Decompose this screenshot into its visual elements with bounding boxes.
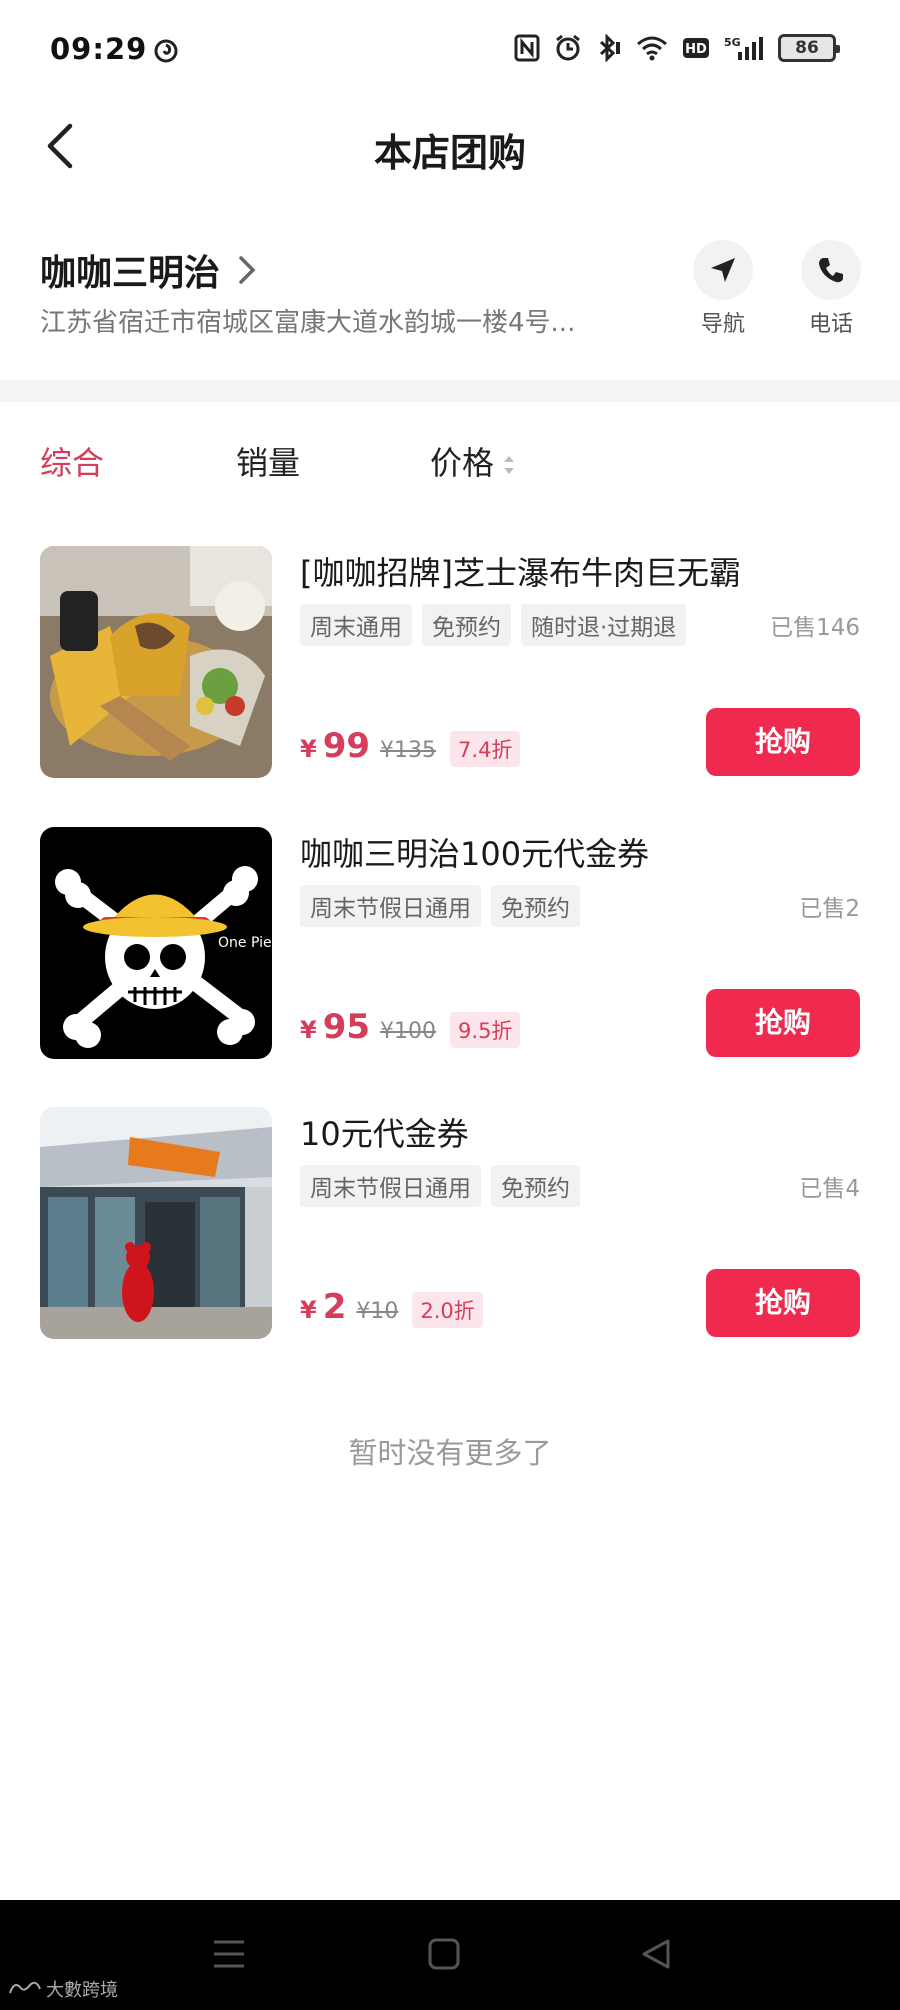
phone-label: 电话 xyxy=(808,312,853,337)
deal-price: ¥2 ¥10 2.0折 xyxy=(300,1287,483,1328)
price-original: ¥10 xyxy=(356,1299,399,1324)
deal-tag: 周末节假日通用 xyxy=(300,1165,481,1207)
no-more-text: 暂时没有更多了 xyxy=(348,1436,552,1470)
discount-badge: 9.5折 xyxy=(450,1012,521,1048)
phone-icon xyxy=(819,258,843,283)
tab-price[interactable]: 价格 xyxy=(430,438,516,484)
price-current: 95 xyxy=(322,1007,371,1047)
battery-indicator: 86 xyxy=(778,34,840,62)
deal-tag: 免预约 xyxy=(491,885,580,927)
store-name-link[interactable]: 咖咖三明治 xyxy=(40,244,256,296)
deal-price: ¥99 ¥135 7.4折 xyxy=(300,726,521,767)
status-time: 09:29 xyxy=(50,32,148,66)
back-icon[interactable] xyxy=(640,1938,672,1970)
buy-button[interactable]: 抢购 xyxy=(706,708,860,776)
bluetooth-icon xyxy=(599,34,620,62)
watermark: 大數跨境 xyxy=(8,1976,118,2002)
deal-title: 咖咖三明治100元代金券 xyxy=(300,835,650,873)
wifi-icon xyxy=(637,36,667,61)
sort-tabs: 综合 销量 价格 xyxy=(0,430,900,500)
deal-title: [咖咖招牌]芝士瀑布牛肉巨无霸 xyxy=(300,554,741,592)
deal-sold-count: 已售146 xyxy=(770,615,860,641)
store-address: 江苏省宿迁市宿城区富康大道水韵城一楼4号... xyxy=(40,308,576,338)
deal-tags: 周末节假日通用 免预约 xyxy=(300,885,580,927)
deal-price: ¥95 ¥100 9.5折 xyxy=(300,1007,521,1048)
svg-text:5G: 5G xyxy=(724,36,741,49)
deal-tag: 免预约 xyxy=(491,1165,580,1207)
navigation-label: 导航 xyxy=(700,312,745,337)
deal-thumbnail-storefront xyxy=(40,1107,272,1339)
navigation-icon xyxy=(711,258,735,282)
price-original: ¥135 xyxy=(380,738,437,763)
menu-icon[interactable] xyxy=(212,1938,246,1970)
system-navigation-bar: 大數跨境 xyxy=(0,1900,900,2010)
store-name: 咖咖三明治 xyxy=(40,253,221,294)
svg-text:HD: HD xyxy=(685,42,707,57)
deal-item[interactable]: 10元代金券 周末节假日通用 免预约 已售4 ¥2 ¥10 2.0折 抢购 xyxy=(0,1107,900,1339)
home-icon[interactable] xyxy=(428,1938,460,1970)
status-icons: HD 5G 86 xyxy=(514,34,840,62)
tab-price-label: 价格 xyxy=(430,444,495,482)
tab-sales[interactable]: 销量 xyxy=(236,438,300,484)
alarm-icon xyxy=(556,34,580,61)
price-currency: ¥ xyxy=(300,735,317,763)
thumbnail-caption: One Piec xyxy=(218,935,272,951)
price-currency: ¥ xyxy=(300,1296,317,1324)
price-original: ¥100 xyxy=(380,1019,437,1044)
discount-badge: 2.0折 xyxy=(412,1292,483,1328)
sort-arrows-icon xyxy=(504,456,515,474)
deal-tag: 周末通用 xyxy=(300,604,412,646)
discount-badge: 7.4折 xyxy=(450,731,521,767)
deal-tag: 随时退·过期退 xyxy=(521,604,687,646)
buy-button[interactable]: 抢购 xyxy=(706,989,860,1057)
deal-thumbnail-skull: One Piec xyxy=(40,827,272,1059)
phone-button[interactable]: 电话 xyxy=(796,240,866,338)
section-divider xyxy=(0,380,900,402)
deal-sold-count: 已售4 xyxy=(799,1176,860,1202)
app-notification-icon xyxy=(154,39,178,63)
hd-icon: HD xyxy=(683,38,709,58)
deal-sold-count: 已售2 xyxy=(799,896,860,922)
signal-5g-icon: 5G xyxy=(724,36,763,60)
nfc-icon xyxy=(514,34,540,62)
deal-thumbnail-burger xyxy=(40,546,272,778)
price-current: 2 xyxy=(322,1287,347,1327)
watermark-logo-icon xyxy=(9,1981,41,1994)
price-current: 99 xyxy=(322,726,371,766)
deal-tag: 周末节假日通用 xyxy=(300,885,481,927)
chevron-right-icon xyxy=(239,256,256,284)
deal-tags: 周末通用 免预约 随时退·过期退 xyxy=(300,604,687,646)
page-title: 本店团购 xyxy=(373,131,526,175)
buy-button[interactable]: 抢购 xyxy=(706,1269,860,1337)
deal-item[interactable]: One Piec 咖咖三明治100元代金券 周末节假日通用 免预约 已售2 ¥9… xyxy=(0,827,900,1059)
tab-comprehensive[interactable]: 综合 xyxy=(40,438,104,484)
watermark-text: 大數跨境 xyxy=(46,1980,118,2001)
store-info: 咖咖三明治 江苏省宿迁市宿城区富康大道水韵城一楼4号... 导航 电话 xyxy=(0,230,900,350)
navigation-button[interactable]: 导航 xyxy=(688,240,758,338)
deal-tags: 周末节假日通用 免预约 xyxy=(300,1165,580,1207)
header: 本店团购 xyxy=(0,100,900,192)
deal-tag: 免预约 xyxy=(422,604,511,646)
status-bar: 09:29 HD 5G 86 xyxy=(0,0,900,100)
price-currency: ¥ xyxy=(300,1016,317,1044)
deal-title: 10元代金券 xyxy=(300,1115,469,1153)
deal-item[interactable]: [咖咖招牌]芝士瀑布牛肉巨无霸 周末通用 免预约 随时退·过期退 已售146 ¥… xyxy=(0,546,900,778)
